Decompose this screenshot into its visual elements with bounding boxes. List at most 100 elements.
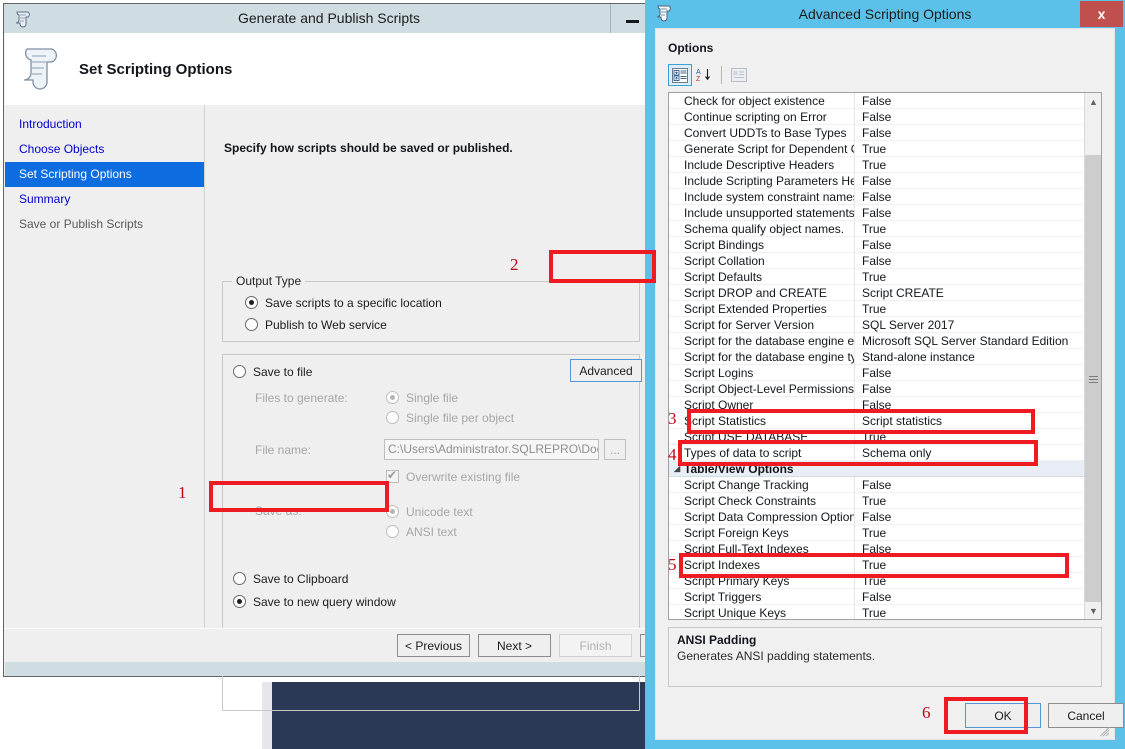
options-row[interactable]: Script Data Compression OptionsFalse — [669, 509, 1085, 525]
option-value[interactable]: True — [855, 301, 1085, 316]
option-value[interactable]: True — [855, 557, 1085, 572]
options-row[interactable]: Schema qualify object names.True — [669, 221, 1085, 237]
option-value[interactable]: False — [855, 125, 1085, 140]
options-row[interactable]: Script DROP and CREATEScript CREATE — [669, 285, 1085, 301]
option-value[interactable]: True — [855, 573, 1085, 588]
next-button[interactable]: Next > — [478, 634, 551, 657]
options-row[interactable]: Script USE DATABASETrue — [669, 429, 1085, 445]
option-value[interactable]: False — [855, 381, 1085, 396]
option-value[interactable]: False — [855, 365, 1085, 380]
sidebar-item-introduction[interactable]: Introduction — [5, 112, 204, 137]
option-value[interactable]: True — [855, 157, 1085, 172]
option-value[interactable]: True — [855, 493, 1085, 508]
option-value[interactable] — [855, 461, 1085, 476]
option-value[interactable]: Script statistics — [855, 413, 1085, 428]
options-row[interactable]: Script IndexesTrue — [669, 557, 1085, 573]
options-row[interactable]: Script OwnerFalse — [669, 397, 1085, 413]
sidebar-item-summary[interactable]: Summary — [5, 187, 204, 212]
options-row[interactable]: Script Object-Level PermissionsFalse — [669, 381, 1085, 397]
options-row[interactable]: Include Descriptive HeadersTrue — [669, 157, 1085, 173]
cancel-button[interactable]: Cancel — [1048, 703, 1124, 728]
option-value[interactable]: False — [855, 253, 1085, 268]
options-row[interactable]: Convert UDDTs to Base TypesFalse — [669, 125, 1085, 141]
radio-save-to-new-query-window[interactable]: Save to new query window — [233, 592, 396, 611]
radio-save-to-location[interactable]: Save scripts to a specific location — [245, 293, 442, 312]
browse-button[interactable]: ... — [604, 439, 626, 460]
option-value[interactable]: SQL Server 2017 — [855, 317, 1085, 332]
scrollbar-thumb[interactable] — [1085, 155, 1102, 605]
options-row[interactable]: Script DefaultsTrue — [669, 269, 1085, 285]
option-value[interactable]: False — [855, 477, 1085, 492]
options-row[interactable]: Script TriggersFalse — [669, 589, 1085, 605]
option-value[interactable]: False — [855, 509, 1085, 524]
option-value[interactable]: False — [855, 109, 1085, 124]
option-value[interactable]: False — [855, 589, 1085, 604]
option-value[interactable]: True — [855, 269, 1085, 284]
options-row[interactable]: Generate Script for Dependent ObjectsTru… — [669, 141, 1085, 157]
options-row[interactable]: Include Scripting Parameters HeaderFalse — [669, 173, 1085, 189]
categorized-icon[interactable] — [668, 64, 692, 86]
options-row[interactable]: Script BindingsFalse — [669, 237, 1085, 253]
options-row[interactable]: Check for object existenceFalse — [669, 93, 1085, 109]
sort-alphabetical-icon[interactable]: A Z — [692, 64, 716, 86]
radio-save-to-clipboard[interactable]: Save to Clipboard — [233, 569, 348, 588]
option-name: Script Change Tracking — [669, 477, 855, 492]
options-row[interactable]: Script Full-Text IndexesFalse — [669, 541, 1085, 557]
options-scrollbar[interactable]: ▲ ▼ — [1084, 93, 1101, 619]
options-row[interactable]: Script Extended PropertiesTrue — [669, 301, 1085, 317]
options-row[interactable]: Script for the database engine editionMi… — [669, 333, 1085, 349]
option-value[interactable]: False — [855, 189, 1085, 204]
options-row[interactable]: Include unsupported statementsFalse — [669, 205, 1085, 221]
options-row[interactable]: Script Check ConstraintsTrue — [669, 493, 1085, 509]
radio-save-to-file[interactable]: Save to file — [233, 362, 312, 381]
options-row[interactable]: Script Primary KeysTrue — [669, 573, 1085, 589]
sidebar-item-choose-objects[interactable]: Choose Objects — [5, 137, 204, 162]
options-row[interactable]: Script Foreign KeysTrue — [669, 525, 1085, 541]
scroll-up-icon[interactable]: ▲ — [1085, 93, 1102, 110]
option-value[interactable]: Script CREATE — [855, 285, 1085, 300]
options-row[interactable]: Types of data to scriptSchema only — [669, 445, 1085, 461]
option-value[interactable]: False — [855, 93, 1085, 108]
wizard-titlebar[interactable]: Generate and Publish Scripts — [4, 4, 654, 33]
radio-unicode-text: Unicode text — [386, 502, 473, 521]
option-value[interactable]: True — [855, 221, 1085, 236]
option-value[interactable]: True — [855, 605, 1085, 619]
radio-label: Save scripts to a specific location — [265, 296, 442, 310]
options-category-row[interactable]: ◢Table/View Options — [669, 461, 1085, 477]
radio-label: Single file — [406, 391, 458, 405]
checkbox-overwrite-existing-file: Overwrite existing file — [386, 467, 520, 486]
options-row[interactable]: Continue scripting on ErrorFalse — [669, 109, 1085, 125]
previous-button[interactable]: < Previous — [397, 634, 470, 657]
advanced-button[interactable]: Advanced — [570, 359, 642, 382]
option-value[interactable]: True — [855, 141, 1085, 156]
option-value[interactable]: Stand-alone instance — [855, 349, 1085, 364]
option-value[interactable]: True — [855, 429, 1085, 444]
radio-publish-to-web-service[interactable]: Publish to Web service — [245, 315, 387, 334]
options-row[interactable]: Script for Server VersionSQL Server 2017 — [669, 317, 1085, 333]
close-button[interactable]: x — [1080, 1, 1123, 27]
options-row[interactable]: Script for the database engine typeStand… — [669, 349, 1085, 365]
options-row[interactable]: Script CollationFalse — [669, 253, 1085, 269]
resize-grip-icon[interactable] — [1100, 726, 1110, 736]
option-value[interactable]: False — [855, 205, 1085, 220]
option-value[interactable]: True — [855, 525, 1085, 540]
scroll-down-icon[interactable]: ▼ — [1085, 602, 1102, 619]
option-value[interactable]: False — [855, 541, 1085, 556]
ok-button[interactable]: OK — [965, 703, 1041, 728]
modal-titlebar[interactable]: Advanced Scripting Options x — [645, 0, 1125, 28]
option-value[interactable]: Microsoft SQL Server Standard Edition — [855, 333, 1085, 348]
options-row[interactable]: Script Change TrackingFalse — [669, 477, 1085, 493]
option-name: Include unsupported statements — [669, 205, 855, 220]
options-row[interactable]: Script StatisticsScript statistics — [669, 413, 1085, 429]
option-value[interactable]: Schema only — [855, 445, 1085, 460]
options-row[interactable]: Include system constraint namesFalse — [669, 189, 1085, 205]
file-name-input[interactable]: C:\Users\Administrator.SQLREPRO\Docume — [384, 439, 599, 460]
options-row[interactable]: Script LoginsFalse — [669, 365, 1085, 381]
sidebar-item-set-scripting-options[interactable]: Set Scripting Options — [5, 162, 204, 187]
options-row[interactable]: Script Unique KeysTrue — [669, 605, 1085, 619]
option-value[interactable]: False — [855, 173, 1085, 188]
option-value[interactable]: False — [855, 397, 1085, 412]
generate-publish-scripts-dialog: Generate and Publish Scripts Set Scripti… — [3, 3, 655, 677]
option-value[interactable]: False — [855, 237, 1085, 252]
options-grid-rows[interactable]: Check for object existenceFalseContinue … — [669, 93, 1085, 619]
